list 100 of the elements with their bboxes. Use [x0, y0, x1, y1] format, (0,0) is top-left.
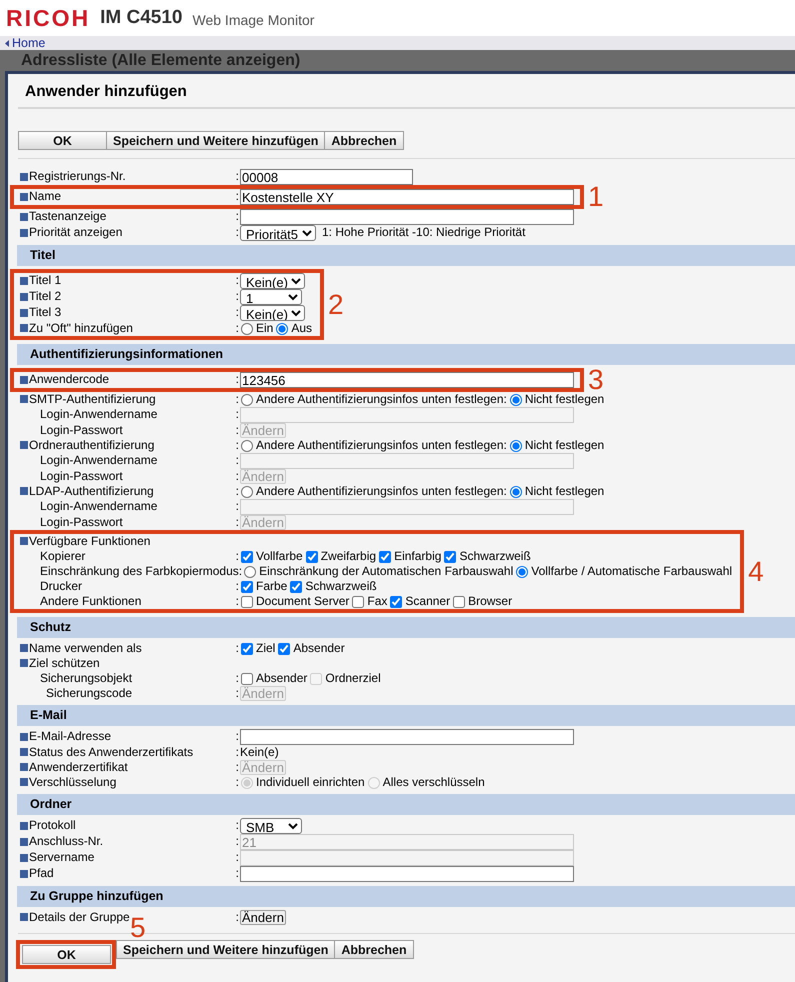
- label-colon: :: [236, 290, 239, 304]
- label-colon: :: [236, 306, 239, 320]
- text-field[interactable]: [240, 729, 574, 745]
- label-colon: :: [236, 170, 239, 184]
- text-field[interactable]: [240, 866, 574, 882]
- checkbox-label: Document Server: [256, 594, 350, 608]
- dropdown[interactable]: Kein(e): [240, 305, 305, 321]
- bullet-icon: [20, 212, 28, 221]
- field-label: E-Mail-Adresse: [29, 730, 112, 744]
- text-field[interactable]: [240, 209, 574, 225]
- radio-label: Nicht festlegen: [524, 392, 604, 406]
- bullet-icon: [20, 292, 28, 301]
- dropdown[interactable]: 1: [240, 289, 302, 305]
- checkbox[interactable]: [241, 642, 253, 654]
- radio-button[interactable]: [510, 440, 522, 452]
- bullet-icon: [20, 537, 28, 546]
- annotation-number: 3: [588, 366, 604, 394]
- bullet-icon: [20, 487, 28, 496]
- label-colon: :: [236, 454, 239, 468]
- checkbox[interactable]: [379, 550, 392, 562]
- checkbox[interactable]: [444, 550, 456, 562]
- label-colon: :: [236, 746, 239, 760]
- label-colon: :: [236, 392, 239, 406]
- radio-button[interactable]: [244, 566, 256, 578]
- radio-button[interactable]: [241, 394, 253, 406]
- label-colon: :: [236, 470, 239, 484]
- checkbox-label: Fax: [367, 594, 388, 608]
- dropdown[interactable]: Kein(e): [240, 273, 305, 289]
- radio-label: Aus: [291, 322, 312, 336]
- section-header: Schutz: [17, 617, 795, 638]
- cancel-button[interactable]: Abbrechen: [334, 940, 414, 959]
- label-colon: :: [236, 776, 239, 790]
- radio-label: Andere Authentifizierungsinfos unten festlegen:: [256, 484, 507, 498]
- bullet-icon: [20, 192, 28, 201]
- bullet-icon: [20, 659, 28, 668]
- label-colon: :: [236, 408, 239, 422]
- label-colon: :: [236, 190, 239, 204]
- radio-button[interactable]: [241, 486, 253, 498]
- field-label: Titel 1: [29, 274, 62, 288]
- field-label: Protokoll: [29, 819, 77, 833]
- checkbox[interactable]: [241, 550, 253, 562]
- label-colon: :: [236, 274, 239, 288]
- bullet-icon: [20, 172, 28, 181]
- label-colon: :: [236, 760, 239, 774]
- radio-button[interactable]: [276, 322, 288, 334]
- field-label: Ziel schützen: [29, 656, 101, 670]
- checkbox[interactable]: [390, 596, 402, 608]
- field-label: Login-Anwendername: [40, 454, 158, 468]
- caret-icon: [5, 40, 9, 46]
- field-label: Tastenanzeige: [29, 210, 108, 224]
- label-colon: :: [236, 500, 239, 514]
- radio-button[interactable]: [510, 394, 522, 406]
- cancel-button[interactable]: Abbrechen: [324, 131, 404, 150]
- text-field[interactable]: 00008: [240, 169, 413, 185]
- checkbox[interactable]: [278, 642, 290, 654]
- bullet-icon: [20, 324, 28, 332]
- home-link[interactable]: Home: [12, 36, 46, 50]
- checkbox[interactable]: [352, 596, 364, 608]
- radio-button[interactable]: [510, 486, 522, 498]
- ok-button[interactable]: OK: [22, 945, 111, 964]
- checkbox[interactable]: [306, 550, 318, 562]
- checkbox-label: Scanner: [405, 594, 450, 608]
- field-label: Login-Passwort: [40, 470, 124, 484]
- radio-button[interactable]: [516, 566, 528, 578]
- checkbox[interactable]: [290, 580, 302, 592]
- checkbox[interactable]: [241, 672, 253, 684]
- text-field[interactable]: Kostenstelle XY: [240, 189, 574, 205]
- value-text: Kein(e): [240, 746, 279, 760]
- field-label: Verschlüsselung: [29, 776, 118, 790]
- field-label: Login-Passwort: [40, 516, 124, 530]
- radio-label: Ein: [256, 322, 274, 336]
- field-label: Andere Funktionen: [40, 594, 142, 608]
- dropdown[interactable]: Priorität5: [240, 225, 316, 241]
- checkbox[interactable]: [453, 596, 466, 608]
- change-button[interactable]: Ändern: [240, 910, 286, 925]
- ok-button[interactable]: OK: [18, 131, 107, 150]
- label-colon: :: [236, 672, 239, 686]
- bullet-icon: [20, 276, 28, 285]
- checkbox[interactable]: [241, 580, 253, 592]
- dropdown[interactable]: SMB: [240, 818, 302, 834]
- label-colon: :: [236, 550, 239, 564]
- checkbox[interactable]: [241, 596, 253, 608]
- radio-button[interactable]: [241, 440, 253, 452]
- bullet-icon: [20, 854, 28, 862]
- field-label: Servername: [29, 851, 96, 865]
- field-label: Name verwenden als: [29, 642, 143, 656]
- radio-button[interactable]: [241, 322, 253, 334]
- checkbox-label: Browser: [468, 594, 512, 608]
- label-colon: :: [236, 851, 239, 865]
- field-label: Login-Passwort: [40, 424, 124, 438]
- save-and-add-button[interactable]: Speichern und Weitere hinzufügen: [116, 940, 336, 959]
- save-and-add-button[interactable]: Speichern und Weitere hinzufügen: [106, 131, 326, 150]
- radio-label: Andere Authentifizierungsinfos unten festlegen:: [256, 392, 507, 406]
- field-label: Registrierungs-Nr.: [29, 170, 127, 184]
- label-colon: :: [236, 819, 239, 833]
- bullet-icon: [20, 395, 28, 404]
- text-field[interactable]: 123456: [240, 372, 574, 388]
- radio-label: Individuell einrichten: [256, 776, 365, 790]
- brand-logo: RICOH: [6, 4, 90, 32]
- field-label: Ordnerauthentifizierung: [29, 438, 156, 452]
